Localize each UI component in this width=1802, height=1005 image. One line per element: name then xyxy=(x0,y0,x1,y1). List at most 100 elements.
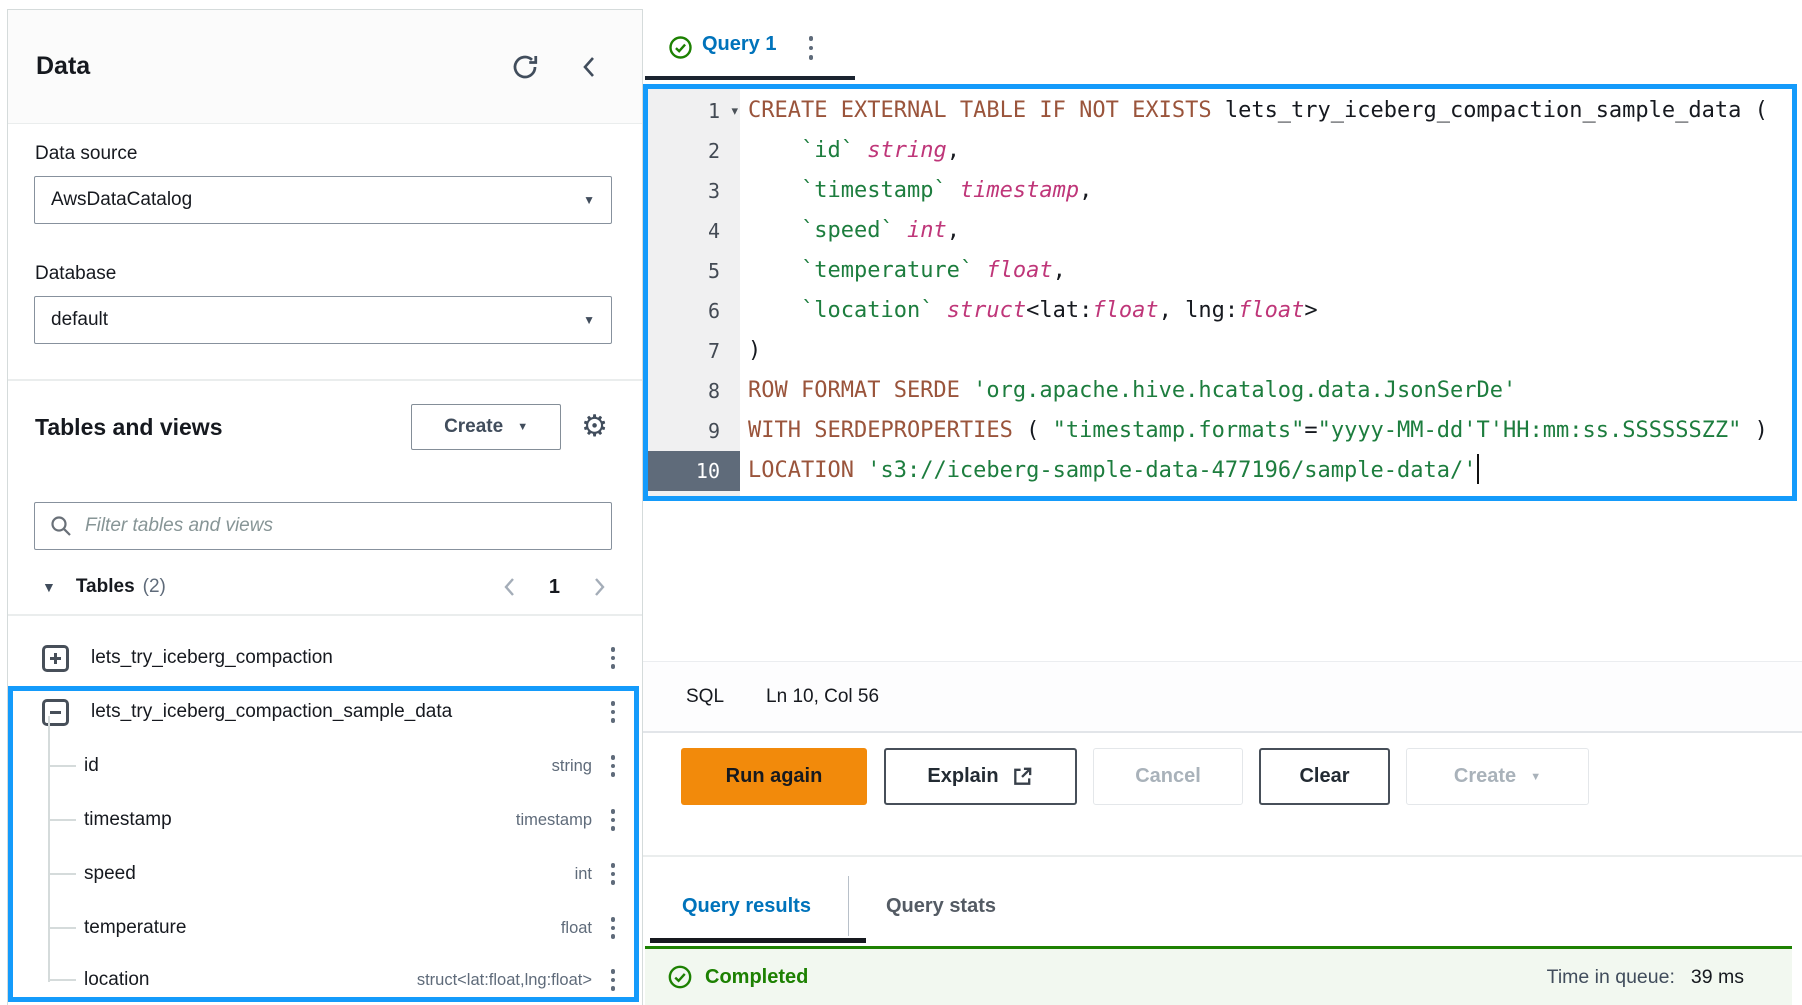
code-text: ) xyxy=(740,331,761,371)
code-line[interactable]: 2 `id` string, xyxy=(648,131,1792,171)
column-menu-icon[interactable] xyxy=(608,859,618,889)
code-line[interactable]: 3 `timestamp` timestamp, xyxy=(648,171,1792,211)
column-name: timestamp xyxy=(84,809,516,831)
line-number: 10 xyxy=(648,451,740,491)
code-text: `timestamp` timestamp, xyxy=(740,171,1092,211)
line-number: 5 xyxy=(648,251,740,291)
line-number: 4 xyxy=(648,211,740,251)
database-value: default xyxy=(51,309,583,331)
cancel-label: Cancel xyxy=(1135,765,1201,788)
query-success-icon xyxy=(668,35,693,60)
data-source-label: Data source xyxy=(35,143,137,165)
table-row[interactable]: lets_try_iceberg_compaction_sample_data xyxy=(8,685,642,739)
database-select[interactable]: default xyxy=(34,296,612,344)
clear-button[interactable]: Clear xyxy=(1259,748,1390,805)
column-row: speed int xyxy=(8,847,642,901)
column-row: location struct<lat:float,lng:float> xyxy=(8,955,642,1005)
page-next-icon[interactable] xyxy=(590,576,608,598)
code-text: `location` struct<lat:float, lng:float> xyxy=(740,291,1318,331)
table-name[interactable]: lets_try_iceberg_compaction xyxy=(91,647,608,669)
collapse-panel-icon[interactable] xyxy=(578,53,602,81)
database-label: Database xyxy=(35,263,116,285)
create-table-label: Create xyxy=(444,416,503,438)
column-menu-icon[interactable] xyxy=(608,965,618,995)
data-panel-header: Data xyxy=(8,10,642,124)
code-line[interactable]: 4 `speed` int, xyxy=(648,211,1792,251)
tables-group-label: Tables xyxy=(76,576,135,598)
table-menu-icon[interactable] xyxy=(608,697,618,727)
cancel-button: Cancel xyxy=(1093,748,1243,805)
code-line[interactable]: 6 `location` struct<lat:float, lng:float… xyxy=(648,291,1792,331)
table-row[interactable]: lets_try_iceberg_compaction xyxy=(8,631,642,685)
query-tab-menu-icon[interactable] xyxy=(806,32,816,64)
code-line[interactable]: 9WITH SERDEPROPERTIES ( "timestamp.forma… xyxy=(648,411,1792,451)
clear-label: Clear xyxy=(1299,765,1349,788)
code-line[interactable]: 8ROW FORMAT SERDE 'org.apache.hive.hcata… xyxy=(648,371,1792,411)
gear-icon[interactable]: ⚙ xyxy=(581,412,608,442)
code-text: LOCATION 's3://iceberg-sample-data-47719… xyxy=(740,451,1479,491)
run-again-button[interactable]: Run again xyxy=(681,748,867,805)
filter-placeholder: Filter tables and views xyxy=(85,515,273,537)
column-menu-icon[interactable] xyxy=(608,913,618,943)
divider xyxy=(8,379,642,381)
results-tabs: Query results Query stats xyxy=(682,878,996,934)
column-name: speed xyxy=(84,863,575,885)
run-again-label: Run again xyxy=(726,765,823,788)
column-name: id xyxy=(84,755,552,777)
expand-table-icon[interactable] xyxy=(42,645,69,672)
collapse-table-icon[interactable] xyxy=(42,699,69,726)
line-number: 2 xyxy=(648,131,740,171)
data-source-select[interactable]: AwsDataCatalog xyxy=(34,176,612,224)
table-menu-icon[interactable] xyxy=(608,643,618,673)
sql-editor[interactable]: 1▾CREATE EXTERNAL TABLE IF NOT EXISTS le… xyxy=(643,84,1797,501)
code-text: `temperature` float, xyxy=(740,251,1066,291)
column-type: int xyxy=(575,865,592,884)
code-text: `speed` int, xyxy=(740,211,960,251)
cursor-position: Ln 10, Col 56 xyxy=(766,686,879,708)
filter-tables-input[interactable]: Filter tables and views xyxy=(34,502,612,550)
tab-divider xyxy=(848,876,849,936)
tables-count: (2) xyxy=(143,576,166,598)
column-type: timestamp xyxy=(516,811,592,830)
column-name: location xyxy=(84,969,417,991)
code-line[interactable]: 10LOCATION 's3://iceberg-sample-data-477… xyxy=(648,451,1792,491)
panel-title: Data xyxy=(36,52,90,81)
divider xyxy=(8,614,642,616)
column-type: struct<lat:float,lng:float> xyxy=(417,971,592,990)
column-name: temperature xyxy=(84,917,561,939)
page-number[interactable]: 1 xyxy=(549,576,560,599)
tables-group-row: ▼ Tables (2) 1 xyxy=(8,560,642,614)
code-text: CREATE EXTERNAL TABLE IF NOT EXISTS lets… xyxy=(740,91,1768,131)
tables-and-views-header: Tables and views Create ⚙ xyxy=(8,402,642,452)
external-link-icon xyxy=(1011,765,1034,788)
editor-language: SQL xyxy=(686,686,724,708)
tab-query-1[interactable]: Query 1 xyxy=(702,33,776,56)
column-menu-icon[interactable] xyxy=(608,751,618,781)
code-line[interactable]: 7) xyxy=(648,331,1792,371)
collapse-tables-icon[interactable]: ▼ xyxy=(42,579,56,595)
code-text: ROW FORMAT SERDE 'org.apache.hive.hcatal… xyxy=(740,371,1516,411)
table-name[interactable]: lets_try_iceberg_compaction_sample_data xyxy=(91,701,608,723)
create-button: Create xyxy=(1406,748,1589,805)
time-in-queue-value: 39 ms xyxy=(1691,966,1744,989)
explain-button[interactable]: Explain xyxy=(884,748,1077,805)
code-text: WITH SERDEPROPERTIES ( "timestamp.format… xyxy=(740,411,1768,451)
status-completed-label: Completed xyxy=(705,966,808,989)
code-line[interactable]: 5 `temperature` float, xyxy=(648,251,1792,291)
create-table-button[interactable]: Create xyxy=(411,404,561,450)
column-row: temperature float xyxy=(8,901,642,955)
line-number: 3 xyxy=(648,171,740,211)
data-source-value: AwsDataCatalog xyxy=(51,189,583,211)
code-text: `id` string, xyxy=(740,131,960,171)
code-line[interactable]: 1▾CREATE EXTERNAL TABLE IF NOT EXISTS le… xyxy=(648,91,1792,131)
fold-caret-icon[interactable]: ▾ xyxy=(731,91,738,131)
column-row: id string xyxy=(8,739,642,793)
refresh-icon[interactable] xyxy=(510,52,540,82)
tab-query-stats[interactable]: Query stats xyxy=(886,895,996,918)
query-status-bar: Completed Time in queue: 39 ms xyxy=(645,946,1792,1005)
pagination: 1 xyxy=(501,576,608,599)
tab-query-results[interactable]: Query results xyxy=(682,895,811,918)
column-row: timestamp timestamp xyxy=(8,793,642,847)
column-menu-icon[interactable] xyxy=(608,805,618,835)
page-prev-icon[interactable] xyxy=(501,576,519,598)
